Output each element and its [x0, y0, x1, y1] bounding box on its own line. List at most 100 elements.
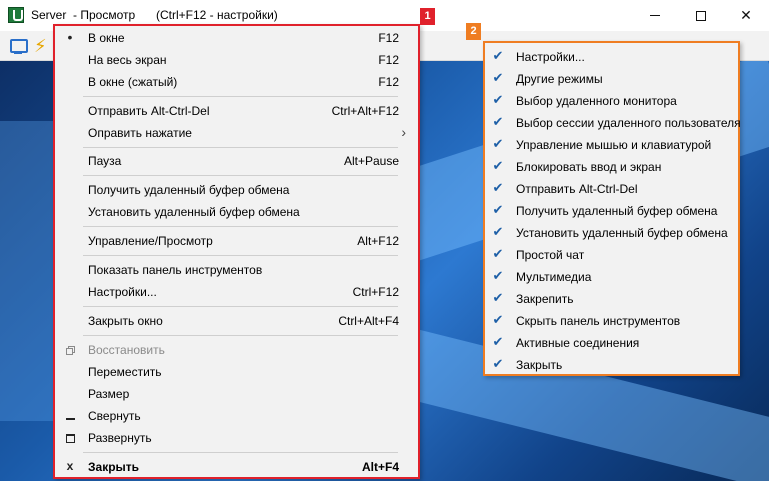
menu2-item-multimedia[interactable]: ✔ Мультимедиа — [485, 266, 738, 288]
menu-item-label: Переместить — [88, 365, 162, 379]
menu-item-shortcut: Alt+Pause — [343, 154, 399, 168]
close-icon: ✕ — [740, 7, 752, 23]
menu2-item-label: Закрыть — [516, 358, 563, 372]
check-icon: ✔ — [492, 334, 504, 349]
restore-icon — [64, 339, 76, 361]
menu-item-label: Настройки... — [88, 285, 157, 299]
menu-item-fullscreen[interactable]: На весь экран F12 — [55, 49, 418, 71]
menu-item-label: В окне — [88, 31, 125, 45]
menu-item-shortcut: Alt+F12 — [357, 234, 399, 248]
menu-item-label: Установить удаленный буфер обмена — [88, 205, 300, 219]
menu2-item-label: Установить удаленный буфер обмена — [516, 226, 728, 240]
menu2-item-label: Получить удаленный буфер обмена — [516, 204, 718, 218]
menu-item-label: Размер — [88, 387, 130, 401]
close-button[interactable]: ✕ — [723, 0, 769, 31]
menu2-item-simple-chat[interactable]: ✔ Простой чат — [485, 244, 738, 266]
window-context-menu: • В окне F12 На весь экран F12 В окне (с… — [53, 24, 420, 479]
menu2-item-other-modes[interactable]: ✔ Другие режимы — [485, 68, 738, 90]
toolbar-options-menu: ✔ Настройки... ✔ Другие режимы ✔ Выбор удал… — [483, 41, 741, 376]
maximize-button[interactable] — [678, 0, 724, 31]
menu-item-label: Восстановить — [88, 343, 165, 357]
menu-separator — [83, 255, 398, 256]
menu-item-label: Оправить нажатие — [88, 126, 192, 140]
lightning-icon[interactable]: ⚡ — [34, 36, 54, 56]
menu2-item-select-monitor[interactable]: ✔ Выбор удаленного монитора — [485, 90, 738, 112]
maximize-icon — [64, 427, 76, 449]
app-icon — [8, 7, 24, 23]
monitor-icon[interactable] — [8, 36, 28, 56]
menu2-item-set-clipboard[interactable]: ✔ Установить удаленный буфер обмена — [485, 222, 738, 244]
check-icon: ✔ — [492, 70, 504, 85]
window-title-hint: (Ctrl+F12 - настройки) — [156, 8, 278, 22]
menu2-item-label: Управление мышью и клавиатурой — [516, 138, 712, 152]
check-icon: ✔ — [492, 92, 504, 107]
menu-separator — [83, 306, 398, 307]
menu-item-label: Отправить Alt-Ctrl-Del — [88, 104, 210, 118]
menu-item-windowed-scaled[interactable]: В окне (сжатый) F12 — [55, 71, 418, 93]
menu-item-close[interactable]: x Закрыть Alt+F4 — [55, 456, 418, 478]
menu-item-pause[interactable]: Пауза Alt+Pause — [55, 150, 418, 172]
menu2-item-label: Настройки... — [516, 50, 585, 64]
check-icon: ✔ — [492, 158, 504, 173]
menu2-item-settings[interactable]: ✔ Настройки... — [485, 46, 738, 68]
menu-item-shortcut: F12 — [378, 75, 399, 89]
menu2-item-get-clipboard[interactable]: ✔ Получить удаленный буфер обмена — [485, 200, 738, 222]
menu-item-label: Развернуть — [88, 431, 152, 445]
menu2-item-label: Закрепить — [516, 292, 574, 306]
menu-separator — [83, 226, 398, 227]
menu-item-label: В окне (сжатый) — [88, 75, 178, 89]
menu-item-get-clipboard[interactable]: Получить удаленный буфер обмена — [55, 179, 418, 201]
menu-separator — [83, 96, 398, 97]
minimize-button[interactable] — [632, 0, 678, 31]
menu2-item-label: Выбор удаленного монитора — [516, 94, 677, 108]
menu2-item-label: Активные соединения — [516, 336, 640, 350]
menu-item-set-clipboard[interactable]: Установить удаленный буфер обмена — [55, 201, 418, 223]
menu-item-label: На весь экран — [88, 53, 167, 67]
menu-item-settings[interactable]: Настройки... Ctrl+F12 — [55, 281, 418, 303]
menu-item-label: Получить удаленный буфер обмена — [88, 183, 290, 197]
menu-item-size[interactable]: Размер — [55, 383, 418, 405]
check-icon: ✔ — [492, 290, 504, 305]
check-icon: ✔ — [492, 180, 504, 195]
menu2-item-label: Выбор сессии удаленного пользователя — [516, 116, 741, 130]
menu-item-minimize[interactable]: Свернуть — [55, 405, 418, 427]
menu-separator — [83, 147, 398, 148]
menu-item-show-toolbar[interactable]: Показать панель инструментов — [55, 259, 418, 281]
menu-item-label: Пауза — [88, 154, 122, 168]
menu-separator — [83, 335, 398, 336]
menu2-item-mouse-keyboard[interactable]: ✔ Управление мышью и клавиатурой — [485, 134, 738, 156]
menu-item-shortcut: Alt+F4 — [361, 460, 399, 474]
menu-item-send-keystroke[interactable]: Оправить нажатие › — [55, 122, 418, 144]
menu-item-shortcut: F12 — [378, 31, 399, 45]
menu-item-maximize[interactable]: Развернуть — [55, 427, 418, 449]
menu2-item-pin[interactable]: ✔ Закрепить — [485, 288, 738, 310]
menu-item-control-view[interactable]: Управление/Просмотр Alt+F12 — [55, 230, 418, 252]
menu2-item-send-ctrl-alt-del[interactable]: ✔ Отправить Alt-Ctrl-Del — [485, 178, 738, 200]
submenu-arrow-icon: › — [401, 124, 406, 140]
menu2-item-close[interactable]: ✔ Закрыть — [485, 354, 738, 376]
menu2-item-label: Другие режимы — [516, 72, 603, 86]
menu2-item-label: Мультимедиа — [516, 270, 592, 284]
menu2-item-hide-toolbar[interactable]: ✔ Скрыть панель инструментов — [485, 310, 738, 332]
check-icon: ✔ — [492, 356, 504, 371]
menu2-item-active-connections[interactable]: ✔ Активные соединения — [485, 332, 738, 354]
check-icon: ✔ — [492, 246, 504, 261]
menu2-item-label: Отправить Alt-Ctrl-Del — [516, 182, 638, 196]
menu2-item-block-input[interactable]: ✔ Блокировать ввод и экран — [485, 156, 738, 178]
check-icon: ✔ — [492, 48, 504, 63]
minimize-icon — [650, 15, 660, 16]
menu-item-label: Свернуть — [88, 409, 141, 423]
menu-item-windowed[interactable]: • В окне F12 — [55, 27, 418, 49]
menu-item-send-ctrl-alt-del[interactable]: Отправить Alt-Ctrl-Del Ctrl+Alt+F12 — [55, 100, 418, 122]
menu2-item-label: Блокировать ввод и экран — [516, 160, 662, 174]
check-icon: ✔ — [492, 268, 504, 283]
menu-item-close-window[interactable]: Закрыть окно Ctrl+Alt+F4 — [55, 310, 418, 332]
check-icon: ✔ — [492, 202, 504, 217]
menu-item-shortcut: Ctrl+F12 — [352, 285, 399, 299]
menu-item-move[interactable]: Переместить — [55, 361, 418, 383]
menu2-item-label: Скрыть панель инструментов — [516, 314, 681, 328]
maximize-icon — [696, 10, 706, 21]
menu-separator — [83, 452, 398, 453]
menu2-item-select-session[interactable]: ✔ Выбор сессии удаленного пользователя — [485, 112, 741, 134]
menu2-item-label: Простой чат — [516, 248, 585, 262]
